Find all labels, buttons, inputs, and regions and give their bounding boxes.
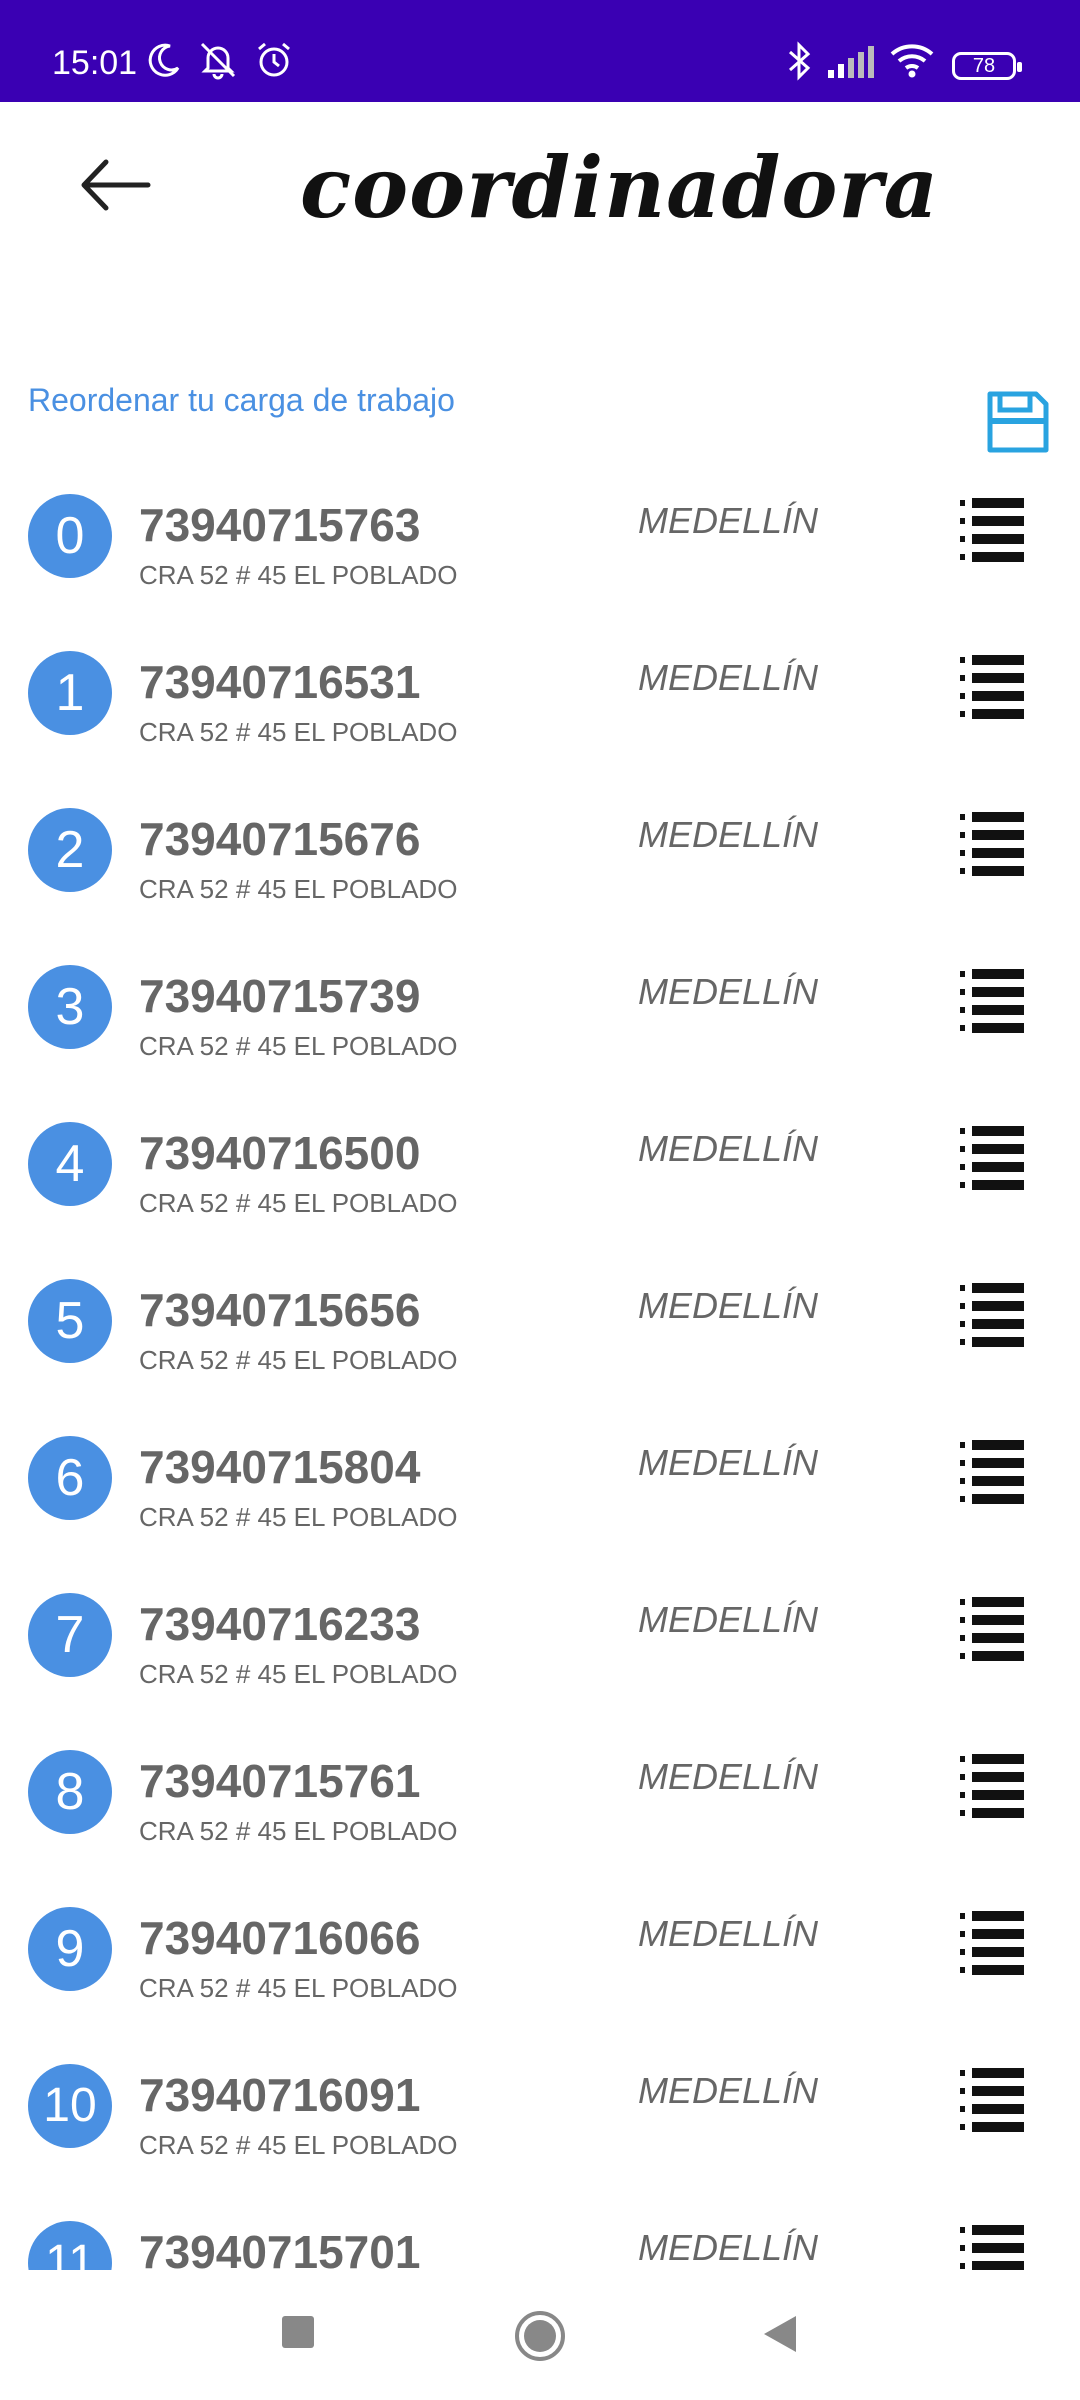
tracking-number: 73940716500 xyxy=(139,1127,421,1179)
status-bar: 15:01 78 xyxy=(0,0,1080,102)
drag-handle-icon[interactable] xyxy=(960,2068,1024,2134)
delivery-address: CRA 52 # 45 EL POBLADO xyxy=(139,717,458,747)
city-label: MEDELLÍN xyxy=(638,971,819,1012)
delivery-address: CRA 52 # 45 EL POBLADO xyxy=(139,2130,458,2160)
drag-handle-icon[interactable] xyxy=(960,2225,1024,2270)
tracking-number: 73940715656 xyxy=(139,1284,421,1336)
city-label: MEDELLÍN xyxy=(638,1913,819,1954)
city-label: MEDELLÍN xyxy=(638,1756,819,1797)
tracking-number: 73940716531 xyxy=(139,656,421,708)
drag-handle-icon[interactable] xyxy=(960,655,1024,721)
city-label: MEDELLÍN xyxy=(638,814,819,855)
bell-off-icon xyxy=(196,40,240,85)
bluetooth-icon xyxy=(786,40,814,87)
delivery-address: CRA 52 # 45 EL POBLADO xyxy=(139,1659,458,1689)
order-index-badge: 8 xyxy=(28,1750,112,1834)
tracking-number: 73940716066 xyxy=(139,1912,421,1964)
battery-icon: 78 xyxy=(952,52,1022,80)
order-index-badge: 2 xyxy=(28,808,112,892)
city-label: MEDELLÍN xyxy=(638,657,819,698)
order-index-badge: 9 xyxy=(28,1907,112,1991)
drag-handle-icon[interactable] xyxy=(960,969,1024,1035)
order-index-badge: 4 xyxy=(28,1122,112,1206)
shipment-list[interactable]: 0 73940715763 CRA 52 # 45 EL POBLADO MEDELL… xyxy=(0,480,1080,2270)
city-label: MEDELLÍN xyxy=(638,1442,819,1483)
list-item[interactable]: 0 73940715763 CRA 52 # 45 EL POBLADO MEDELL… xyxy=(0,480,1080,637)
home-icon[interactable] xyxy=(512,2308,568,2369)
list-item[interactable]: 10 73940716091 CRA 52 # 45 EL POBLADO MEDEL… xyxy=(0,2050,1080,2207)
order-index-badge: 11 xyxy=(28,2221,112,2270)
order-index-badge: 0 xyxy=(28,494,112,578)
list-item[interactable]: 8 73940715761 CRA 52 # 45 EL POBLADO MEDELL… xyxy=(0,1736,1080,1893)
navigation-bar xyxy=(0,2270,1080,2400)
delivery-address: CRA 52 # 45 EL POBLADO xyxy=(139,1973,458,2003)
list-item[interactable]: 7 73940716233 CRA 52 # 45 EL POBLADO MEDELL… xyxy=(0,1579,1080,1736)
tracking-number: 73940715739 xyxy=(139,970,421,1022)
signal-icon xyxy=(826,46,876,83)
order-index-badge: 5 xyxy=(28,1279,112,1363)
brand-logo: coordinadora xyxy=(300,138,940,237)
order-index-badge: 7 xyxy=(28,1593,112,1677)
save-icon xyxy=(987,391,1049,453)
drag-handle-icon[interactable] xyxy=(960,1911,1024,1977)
drag-handle-icon[interactable] xyxy=(960,1597,1024,1663)
list-item[interactable]: 1 73940716531 CRA 52 # 45 EL POBLADO MEDELL… xyxy=(0,637,1080,794)
reorder-workload-label: Reordenar tu carga de trabajo xyxy=(28,382,455,418)
list-item[interactable]: 4 73940716500 CRA 52 # 45 EL POBLADO MEDELL… xyxy=(0,1108,1080,1265)
city-label: MEDELLÍN xyxy=(638,2227,819,2268)
delivery-address: CRA 52 # 45 EL POBLADO xyxy=(139,1345,458,1375)
moon-icon xyxy=(144,40,184,85)
drag-handle-icon[interactable] xyxy=(960,1440,1024,1506)
list-item[interactable]: 11 73940715701 MEDELLÍN xyxy=(0,2207,1080,2270)
back-button[interactable] xyxy=(76,150,156,220)
delivery-address: CRA 52 # 45 EL POBLADO xyxy=(139,1816,458,1846)
drag-handle-icon[interactable] xyxy=(960,1126,1024,1192)
tracking-number: 73940715676 xyxy=(139,813,421,865)
delivery-address: CRA 52 # 45 EL POBLADO xyxy=(139,874,458,904)
city-label: MEDELLÍN xyxy=(638,1285,819,1326)
back-icon[interactable] xyxy=(760,2312,800,2361)
city-label: MEDELLÍN xyxy=(638,1599,819,1640)
city-label: MEDELLÍN xyxy=(638,500,819,541)
list-item[interactable]: 2 73940715676 CRA 52 # 45 EL POBLADO MEDELL… xyxy=(0,794,1080,951)
tracking-number: 73940715804 xyxy=(139,1441,421,1493)
tracking-number: 73940715761 xyxy=(139,1755,421,1807)
drag-handle-icon[interactable] xyxy=(960,812,1024,878)
city-label: MEDELLÍN xyxy=(638,1128,819,1169)
status-time: 15:01 xyxy=(52,44,138,82)
tracking-number: 73940716233 xyxy=(139,1598,421,1650)
list-item[interactable]: 9 73940716066 CRA 52 # 45 EL POBLADO MEDELL… xyxy=(0,1893,1080,2050)
drag-handle-icon[interactable] xyxy=(960,498,1024,564)
delivery-address: CRA 52 # 45 EL POBLADO xyxy=(139,560,458,590)
wifi-icon xyxy=(888,40,936,85)
recents-icon[interactable] xyxy=(278,2312,318,2357)
order-index-badge: 6 xyxy=(28,1436,112,1520)
list-item[interactable]: 3 73940715739 CRA 52 # 45 EL POBLADO MEDELL… xyxy=(0,951,1080,1108)
order-index-badge: 1 xyxy=(28,651,112,735)
order-index-badge: 3 xyxy=(28,965,112,1049)
arrow-left-icon xyxy=(81,159,151,211)
delivery-address: CRA 52 # 45 EL POBLADO xyxy=(139,1188,458,1218)
list-item[interactable]: 6 73940715804 CRA 52 # 45 EL POBLADO MEDELL… xyxy=(0,1422,1080,1579)
alarm-icon xyxy=(254,40,294,85)
delivery-address: CRA 52 # 45 EL POBLADO xyxy=(139,1502,458,1532)
delivery-address: CRA 52 # 45 EL POBLADO xyxy=(139,1031,458,1061)
save-button[interactable] xyxy=(986,390,1050,454)
city-label: MEDELLÍN xyxy=(638,2070,819,2111)
list-item[interactable]: 5 73940715656 CRA 52 # 45 EL POBLADO MEDELL… xyxy=(0,1265,1080,1422)
tracking-number: 73940715701 xyxy=(139,2226,421,2270)
order-index-badge: 10 xyxy=(28,2064,112,2148)
drag-handle-icon[interactable] xyxy=(960,1283,1024,1349)
drag-handle-icon[interactable] xyxy=(960,1754,1024,1820)
tracking-number: 73940715763 xyxy=(139,499,421,551)
tracking-number: 73940716091 xyxy=(139,2069,421,2121)
